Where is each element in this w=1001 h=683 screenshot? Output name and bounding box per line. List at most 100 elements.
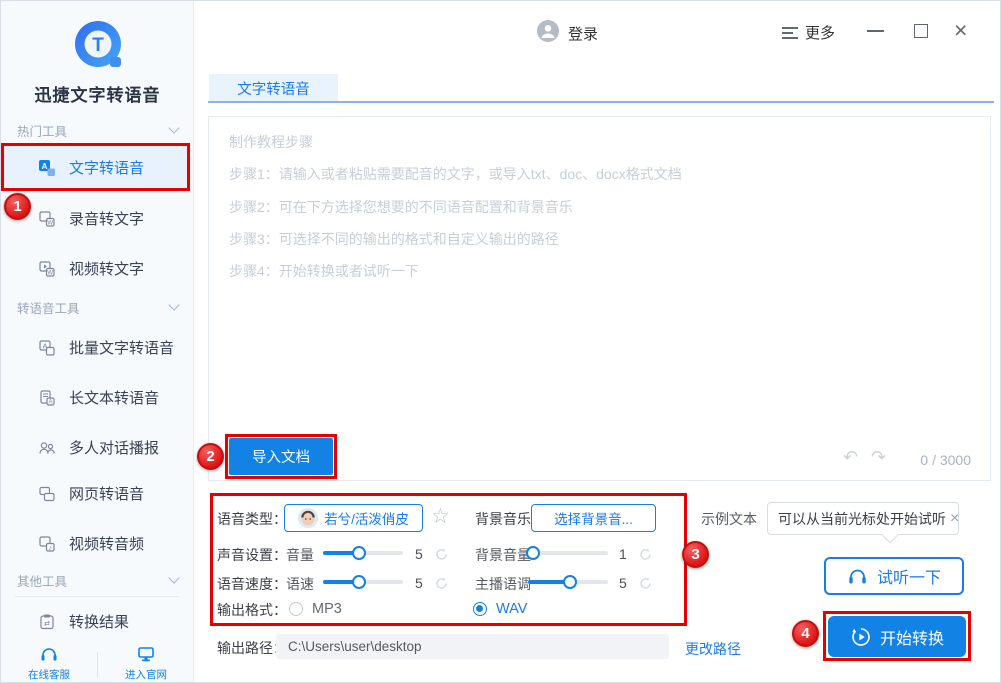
close-icon[interactable]: × bbox=[946, 510, 959, 528]
favorite-star-icon[interactable]: ☆ bbox=[431, 506, 450, 528]
placeholder-title: 制作教程步骤 bbox=[229, 132, 313, 152]
volume-label: 音量 bbox=[286, 546, 314, 564]
radio-mp3-label[interactable]: MP3 bbox=[312, 601, 342, 617]
import-document-button[interactable]: 导入文档 bbox=[229, 438, 333, 475]
app-logo: T bbox=[69, 17, 127, 75]
official-website-button[interactable]: 进入官网 bbox=[98, 645, 194, 683]
svg-text:♪: ♪ bbox=[48, 544, 52, 551]
more-menu-icon bbox=[782, 27, 798, 39]
rate-slider[interactable] bbox=[323, 575, 403, 589]
sidebar-item-multi-voice[interactable]: 多人对话播报 bbox=[1, 424, 191, 471]
preview-button[interactable]: 试听一下 bbox=[824, 557, 964, 595]
more-label: 更多 bbox=[805, 22, 835, 43]
sidebar-item-webpage-tts[interactable]: 网页转语音 bbox=[1, 470, 191, 517]
reset-icon[interactable] bbox=[434, 576, 449, 591]
close-button[interactable]: × bbox=[954, 16, 967, 44]
rate-label: 语速 bbox=[286, 575, 314, 593]
voice-type-value: 若兮/活泼俏皮 bbox=[324, 508, 409, 528]
annotation-2: 2 bbox=[197, 443, 224, 470]
placeholder-step: 步骤1：请输入或者粘贴需要配音的文字，或导入txt、doc、docx格式文档 bbox=[229, 164, 682, 184]
item-label: 网页转语音 bbox=[69, 483, 144, 504]
placeholder-step: 步骤3：可选择不同的输出的格式和自定义输出的路径 bbox=[229, 229, 559, 249]
voice-type-label: 语音类型： bbox=[217, 510, 287, 528]
sidebar-item-long-text-tts[interactable]: A 长文本转语音 bbox=[1, 374, 191, 421]
volume-slider[interactable] bbox=[323, 546, 403, 560]
output-path-input[interactable]: C:\Users\user\desktop bbox=[276, 634, 669, 659]
sidebar-footer: 在线客服 进入官网 bbox=[1, 645, 194, 683]
app-window: T 迅捷文字转语音 热门工具 A 文字转语音 W bbox=[0, 0, 1001, 683]
login-button[interactable]: 登录 bbox=[537, 20, 598, 46]
sidebar-section-tts-tools[interactable]: 转语音工具 bbox=[1, 296, 194, 318]
change-path-link[interactable]: 更改路径 bbox=[685, 639, 741, 659]
bgm-label: 背景音乐 bbox=[475, 510, 531, 528]
preview-label: 试听一下 bbox=[877, 564, 941, 588]
reset-icon[interactable] bbox=[638, 547, 653, 562]
sidebar-item-video-to-audio[interactable]: ♪ 视频转音频 bbox=[1, 520, 191, 567]
long-text-to-speech-icon: A bbox=[38, 389, 56, 407]
video-to-text-icon: W bbox=[38, 260, 56, 278]
tone-value: 5 bbox=[619, 575, 627, 591]
sidebar-item-text-to-speech[interactable]: A 文字转语音 bbox=[1, 144, 191, 191]
annotation-4: 4 bbox=[792, 620, 819, 647]
multi-voice-icon bbox=[38, 439, 56, 457]
radio-wav[interactable] bbox=[473, 602, 487, 616]
redo-icon[interactable]: ↷ bbox=[871, 447, 886, 467]
bubble-notch bbox=[882, 527, 899, 544]
radio-mp3[interactable] bbox=[289, 602, 303, 616]
undo-icon[interactable]: ↶ bbox=[843, 447, 858, 467]
svg-text:A: A bbox=[48, 399, 52, 405]
more-menu-button[interactable]: 更多 bbox=[782, 22, 835, 43]
convert-label: 开始转换 bbox=[880, 625, 944, 649]
sidebar: T 迅捷文字转语音 热门工具 A 文字转语音 W bbox=[1, 1, 194, 683]
headset-icon bbox=[39, 647, 59, 665]
bg-volume-slider[interactable] bbox=[528, 546, 608, 560]
footer-label: 进入官网 bbox=[125, 667, 167, 682]
annotation-3: 3 bbox=[682, 541, 709, 568]
sidebar-item-video-to-text[interactable]: W 视频转文字 bbox=[1, 245, 191, 292]
tab-text-to-speech[interactable]: 文字转语音 bbox=[209, 74, 338, 102]
chevron-down-icon bbox=[168, 572, 179, 583]
voice-type-button[interactable]: 若兮/活泼俏皮 bbox=[284, 504, 423, 532]
sound-settings-label: 声音设置： bbox=[217, 546, 287, 564]
monitor-icon bbox=[136, 647, 156, 665]
sidebar-item-results[interactable]: ⇄ 转换结果 bbox=[1, 598, 191, 645]
section-label: 其他工具 bbox=[17, 571, 67, 590]
bg-volume-value: 1 bbox=[619, 546, 627, 562]
svg-text:A: A bbox=[42, 161, 48, 170]
sidebar-item-batch-tts[interactable]: A 批量文字转语音 bbox=[1, 324, 191, 371]
sample-text-label: 示例文本 bbox=[701, 510, 757, 528]
reset-icon[interactable] bbox=[434, 547, 449, 562]
reset-icon[interactable] bbox=[638, 576, 653, 591]
batch-text-to-speech-icon: A bbox=[38, 339, 56, 357]
item-label: 转换结果 bbox=[69, 611, 129, 632]
item-label: 文字转语音 bbox=[69, 157, 144, 178]
bgm-select-button[interactable]: 选择背景音... bbox=[531, 504, 656, 532]
tone-slider[interactable] bbox=[528, 575, 608, 589]
chevron-down-icon bbox=[168, 122, 179, 133]
item-label: 视频转音频 bbox=[69, 533, 144, 554]
convert-button[interactable]: 开始转换 bbox=[828, 616, 966, 657]
placeholder-step: 步骤2：可在下方选择您想要的不同语音配置和背景音乐 bbox=[229, 197, 573, 217]
sidebar-section-other-tools[interactable]: 其他工具 bbox=[1, 569, 194, 591]
minimize-button[interactable] bbox=[867, 30, 884, 32]
section-label: 转语音工具 bbox=[17, 298, 80, 317]
bg-volume-label: 背景音量 bbox=[475, 546, 531, 564]
speech-speed-label: 语音速度： bbox=[217, 575, 287, 593]
sidebar-section-hot-tools[interactable]: 热门工具 bbox=[1, 119, 194, 141]
audio-to-text-icon: W bbox=[38, 210, 56, 228]
login-label: 登录 bbox=[568, 23, 598, 44]
char-counter: 0 / 3000 bbox=[891, 452, 971, 468]
rate-value: 5 bbox=[415, 575, 423, 591]
online-service-button[interactable]: 在线客服 bbox=[1, 645, 97, 683]
svg-text:T: T bbox=[92, 35, 104, 56]
item-label: 批量文字转语音 bbox=[69, 337, 174, 358]
video-to-audio-icon: ♪ bbox=[38, 535, 56, 553]
annotation-1: 1 bbox=[4, 193, 31, 220]
item-label: 视频转文字 bbox=[69, 258, 144, 279]
item-label: 多人对话播报 bbox=[69, 437, 159, 458]
radio-wav-label[interactable]: WAV bbox=[496, 601, 527, 617]
maximize-button[interactable] bbox=[914, 24, 928, 38]
sample-text-input[interactable]: 可以从当前光标处开始试听 × bbox=[767, 502, 959, 535]
chevron-down-icon bbox=[168, 299, 179, 310]
volume-value: 5 bbox=[415, 546, 423, 562]
